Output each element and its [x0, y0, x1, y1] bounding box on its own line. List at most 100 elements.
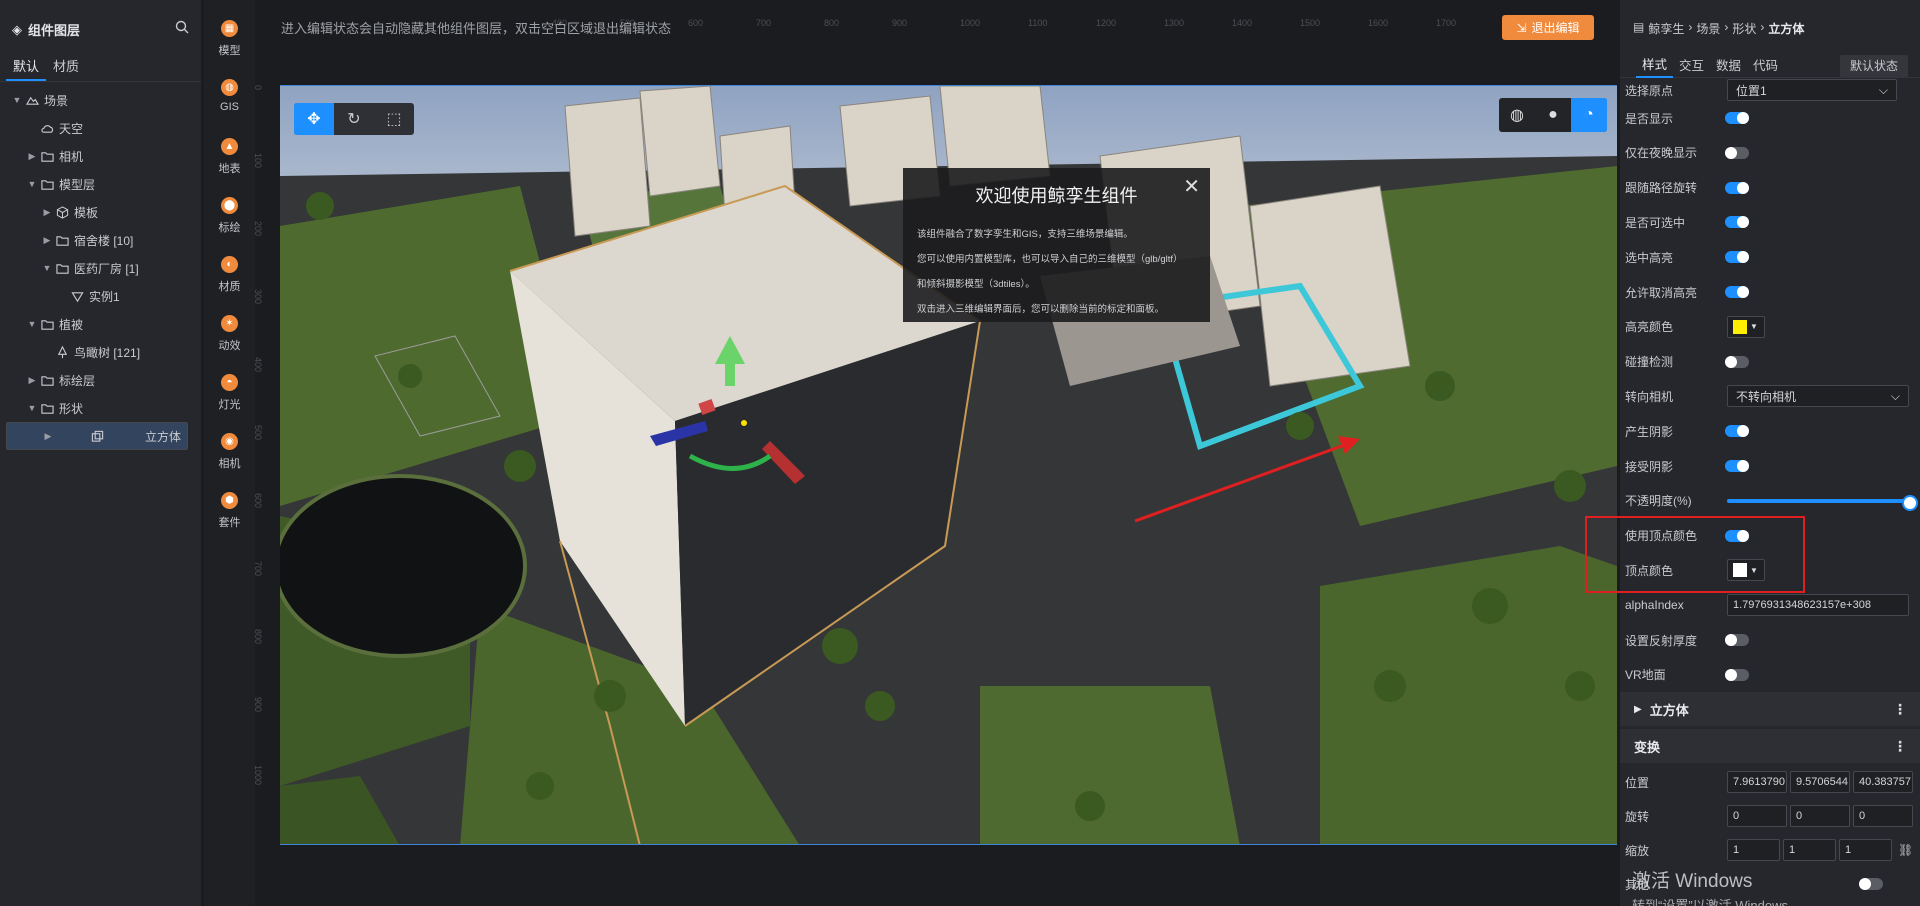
scale-z-input[interactable]: 1 [1839, 839, 1892, 861]
position-x-input[interactable]: 7.9613790 [1727, 771, 1787, 793]
toggle-switch[interactable] [1725, 146, 1749, 159]
caret-right-icon[interactable]: ▶ [40, 207, 54, 218]
layer-tree-item[interactable]: ▼ 形状 [0, 394, 201, 422]
scene-icon [24, 93, 40, 107]
scale-tool-button[interactable]: ⬚ [374, 103, 414, 135]
toggle-switch[interactable] [1725, 634, 1749, 646]
toggle-switch[interactable] [1725, 286, 1749, 298]
tab-data[interactable]: 数据 [1710, 55, 1747, 77]
tool-button[interactable]: ◍ GIS [204, 59, 255, 118]
tab-code[interactable]: 代码 [1747, 55, 1784, 77]
scale-y-input[interactable]: 1 [1783, 839, 1836, 861]
section-cube[interactable]: ▶ 立方体 ⋮ [1620, 692, 1920, 726]
other-switch[interactable] [1859, 878, 1883, 890]
rotation-x-input[interactable]: 0 [1727, 805, 1787, 827]
tab-default[interactable]: 默认 [6, 56, 47, 81]
ruler-tick-label: 1200 [1096, 18, 1117, 28]
tool-label: 标绘 [218, 222, 241, 234]
layer-tree-item[interactable]: ▼ 场景 [0, 86, 201, 114]
toggle-switch[interactable] [1725, 112, 1749, 124]
rotation-y-input[interactable]: 0 [1790, 805, 1850, 827]
toggle-switch[interactable] [1725, 668, 1749, 681]
caret-right-icon[interactable]: ▶ [41, 431, 55, 442]
perspective-view-button[interactable]: ◔ [1571, 98, 1607, 132]
move-tool-button[interactable]: ✥ [294, 103, 334, 135]
rotation-z-input[interactable]: 0 [1853, 805, 1913, 827]
solid-view-button[interactable]: ● [1535, 98, 1571, 132]
layer-tree-item[interactable]: ▶ 相机 [0, 142, 201, 170]
search-icon[interactable] [175, 20, 189, 37]
toggle-switch[interactable] [1725, 216, 1749, 229]
tree-icon [54, 345, 70, 359]
more-icon[interactable]: ⋮ [1893, 738, 1907, 755]
breadcrumb: ▤ 鲸孪生 › 场景 › 形状 › 立方体 [1620, 0, 1920, 54]
tool-button[interactable]: ◉ 相机 [204, 413, 255, 472]
caret-right-icon[interactable]: ▶ [25, 151, 39, 162]
tool-button[interactable]: ◓ 灯光 [204, 354, 255, 413]
property-label: 是否显示 [1625, 111, 1674, 126]
tool-button[interactable]: ◐ 材质 [204, 236, 255, 295]
folder-icon [39, 401, 55, 415]
tool-button[interactable]: ▲ 地表 [204, 118, 255, 177]
opacity-slider[interactable] [1727, 494, 1918, 511]
tool-button[interactable]: ⬢ 套件 [204, 472, 255, 531]
tool-icon: ▦ [221, 20, 238, 37]
tool-icon: ◍ [221, 79, 238, 96]
link-icon[interactable]: ⛓ [1898, 843, 1913, 857]
caret-down-icon[interactable]: ▼ [40, 263, 54, 273]
close-icon[interactable]: ✕ [1183, 174, 1200, 199]
toggle-switch[interactable] [1725, 181, 1749, 194]
breadcrumb-item[interactable]: 场景 [1696, 20, 1720, 37]
caret-right-icon[interactable]: ▶ [40, 235, 54, 246]
layer-tree-item[interactable]: ▼ 医药厂房 [1] [0, 254, 201, 282]
caret-right-icon[interactable]: ▶ [25, 375, 39, 386]
state-select[interactable]: 默认状态 [1839, 54, 1908, 77]
property-label: 允许取消高亮 [1625, 285, 1698, 300]
caret-down-icon[interactable]: ▼ [25, 319, 39, 329]
scale-x-input[interactable]: 1 [1727, 839, 1780, 861]
exit-edit-button[interactable]: ⇲ 退出编辑 [1502, 15, 1594, 40]
3d-viewport[interactable]: ✥ ↻ ⬚ ◍ ● ◔ ✕ 欢迎使用鲸孪生组件 该组件融合了数字孪生和GIS，支… [280, 85, 1617, 845]
breadcrumb-item[interactable]: 鲸孪生 [1648, 20, 1684, 37]
position-y-input[interactable]: 9.5706544 [1790, 771, 1850, 793]
position-z-input[interactable]: 40.383757 [1853, 771, 1913, 793]
color-picker[interactable]: ▼ [1727, 315, 1765, 338]
tab-material[interactable]: 材质 [46, 56, 86, 81]
layer-tree-item[interactable]: 鸟瞰树 [121] [0, 338, 201, 366]
layer-tree-item[interactable]: ▼ 植被 [0, 310, 201, 338]
caret-down-icon[interactable]: ▼ [25, 403, 39, 413]
layer-tree-item[interactable]: 实例1 [0, 282, 201, 310]
ruler-tick-label: 1700 [1436, 18, 1457, 28]
layer-tree-item[interactable]: ▼ 模型层 [0, 170, 201, 198]
more-icon[interactable]: ⋮ [1893, 701, 1907, 718]
layer-tree-item[interactable]: ▶ 立方体 [6, 422, 188, 450]
toggle-switch[interactable] [1725, 425, 1749, 438]
tool-button[interactable]: ▦ 模型 [204, 0, 255, 59]
toggle-switch[interactable] [1725, 251, 1749, 264]
layer-tree-item[interactable]: 天空 [0, 114, 201, 142]
caret-down-icon[interactable]: ▼ [25, 179, 39, 189]
section-transform[interactable]: 变换 ⋮ [1620, 729, 1920, 763]
tab-interaction[interactable]: 交互 [1673, 55, 1710, 77]
tab-style[interactable]: 样式 [1636, 54, 1674, 78]
origin-select[interactable]: 位置1 ⌵ [1727, 79, 1897, 101]
globe-view-button[interactable]: ◍ [1499, 98, 1535, 132]
breadcrumb-item[interactable]: 形状 [1732, 20, 1756, 37]
instance-icon [69, 289, 85, 303]
position-row: 位置 7.9613790 9.5706544 40.383757 [1620, 768, 1920, 796]
tool-button[interactable]: ✶ 动效 [204, 295, 255, 354]
watermark-line: 转到“设置”以激活 Windows。 [1632, 898, 1802, 906]
toggle-switch[interactable] [1725, 355, 1749, 368]
caret-down-icon[interactable]: ▼ [10, 95, 24, 105]
tool-button[interactable]: ⬤ 标绘 [204, 177, 255, 236]
layer-tree-item[interactable]: ▶ 模板 [0, 198, 201, 226]
face-camera-select[interactable]: 不转向相机 ⌵ [1727, 385, 1909, 408]
alpha-index-input[interactable]: 1.7976931348623157e+308 [1727, 594, 1909, 617]
shape-icon [90, 429, 106, 443]
layer-tree-item[interactable]: ▶ 宿舍楼 [10] [0, 226, 201, 254]
layer-tree-item[interactable]: ▶ 标绘层 [0, 366, 201, 394]
rotate-tool-button[interactable]: ↻ [334, 103, 374, 135]
layers-panel: ◈ 组件图层 默认 材质 ▼ 场景 天空 ▶ 相机 ▼ 模型层 ▶ 模板 ▶ 宿舍楼 [10] ▼ 医药… [0, 0, 202, 906]
toggle-switch[interactable] [1725, 460, 1749, 472]
folder-icon [54, 233, 70, 247]
